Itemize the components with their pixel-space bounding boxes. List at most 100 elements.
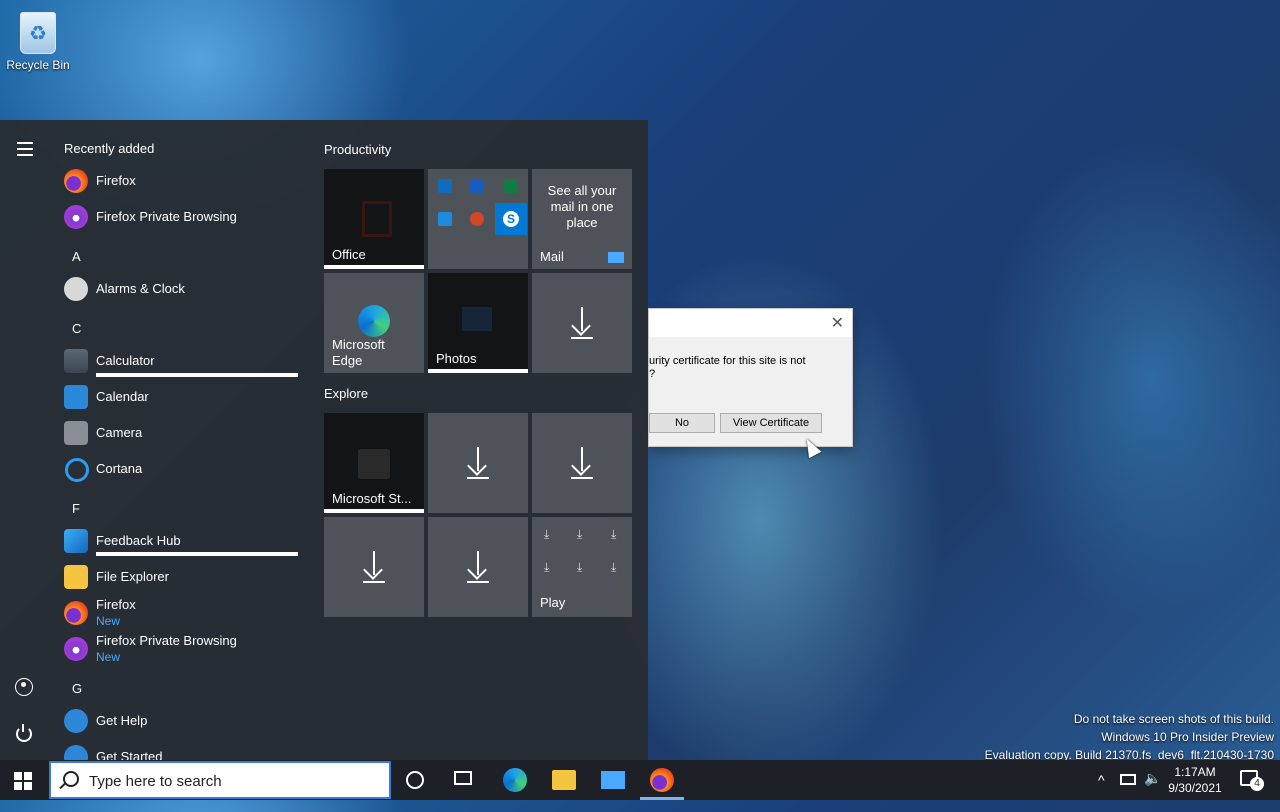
start-menu: Recently added Firefox Firefox Private B…	[0, 120, 648, 760]
letter-header-f[interactable]: F	[72, 501, 80, 516]
clock-date: 9/30/2021	[1168, 781, 1222, 795]
chevron-up-icon[interactable]: ^	[1098, 772, 1105, 812]
download-icon: ⤓	[544, 527, 550, 541]
app-item-camera[interactable]: Camera	[62, 415, 302, 451]
search-input[interactable]	[87, 770, 381, 792]
hamburger-menu-icon[interactable]	[17, 142, 33, 160]
outlook-icon	[438, 179, 452, 193]
download-icon	[363, 551, 385, 583]
app-item-firefox[interactable]: Firefox	[62, 163, 302, 199]
windows-start-icon[interactable]	[14, 772, 32, 790]
download-icon	[571, 447, 593, 479]
edge-icon[interactable]	[503, 768, 527, 792]
action-center-icon[interactable]: 4	[1240, 770, 1264, 791]
tile-download-pending[interactable]	[428, 517, 528, 617]
recycle-bin-icon	[20, 12, 56, 54]
download-icon: ⤓	[611, 527, 617, 541]
tile-download-pending[interactable]	[532, 273, 632, 373]
tile-office[interactable]: Office	[324, 169, 424, 269]
download-icon: ⤓	[544, 560, 550, 574]
power-icon[interactable]	[16, 724, 32, 742]
dialog-message: urity certificate for this site is not ?	[649, 355, 806, 380]
excel-icon	[504, 179, 518, 193]
app-item-firefox-new[interactable]: Firefox New	[62, 595, 302, 631]
install-progress-bar	[96, 552, 298, 556]
tile-play-folder[interactable]: ⤓ ⤓ ⤓ ⤓ ⤓ ⤓ Play	[532, 517, 632, 617]
recycle-bin-label: Recycle Bin	[6, 58, 70, 72]
letter-header-c[interactable]: C	[72, 321, 81, 336]
network-icon[interactable]	[1120, 774, 1136, 785]
mail-icon[interactable]	[601, 771, 625, 789]
app-item-firefox-private-new[interactable]: Firefox Private Browsing New	[62, 631, 302, 667]
recycle-bin[interactable]: Recycle Bin	[6, 12, 70, 72]
group-title-productivity: Productivity	[324, 142, 392, 157]
download-icon	[467, 551, 489, 583]
file-explorer-icon[interactable]	[552, 770, 576, 790]
app-item-firefox-private[interactable]: Firefox Private Browsing	[62, 199, 302, 235]
group-title-explore: Explore	[324, 386, 369, 401]
store-icon	[358, 449, 390, 479]
task-view-icon[interactable]	[454, 771, 472, 785]
app-item-cortana[interactable]: Cortana	[62, 451, 302, 487]
cortana-icon	[65, 458, 89, 482]
tile-microsoft-store[interactable]: Microsoft St...	[324, 413, 424, 513]
photos-icon	[462, 307, 492, 331]
close-icon[interactable]: ✕	[831, 313, 844, 333]
taskbar-clock[interactable]: 1:17AM 9/30/2021	[1160, 764, 1230, 796]
tile-download-pending[interactable]	[532, 413, 632, 513]
firefox-icon[interactable]	[650, 768, 674, 792]
firefox-private-icon	[64, 637, 88, 661]
app-item-get-started[interactable]: Get Started	[62, 739, 302, 760]
new-badge: New	[96, 650, 121, 664]
tile-mail[interactable]: See all your mail in one place Mail	[532, 169, 632, 269]
download-icon: ⤓	[577, 560, 583, 574]
onedrive-icon	[438, 212, 452, 226]
start-rail	[0, 120, 50, 760]
build-watermark: Do not take screen shots of this build. …	[984, 712, 1274, 762]
user-account-icon[interactable]	[15, 678, 33, 696]
app-item-file-explorer[interactable]: File Explorer	[62, 559, 302, 595]
new-badge: New	[96, 614, 121, 628]
skype-icon: S	[503, 211, 519, 227]
firefox-icon	[64, 601, 88, 625]
firefox-icon	[64, 169, 88, 193]
notification-count-badge: 4	[1250, 777, 1264, 791]
letter-header-a[interactable]: A	[72, 249, 81, 264]
app-item-calendar[interactable]: Calendar	[62, 379, 302, 415]
tile-download-pending[interactable]	[428, 413, 528, 513]
skype-tile: S	[495, 203, 527, 235]
recently-added-heading: Recently added	[64, 141, 155, 156]
alarms-clock-icon	[64, 277, 88, 301]
search-icon	[63, 771, 79, 787]
install-progress-bar	[96, 373, 298, 377]
download-icon: ⤓	[611, 560, 617, 574]
get-started-icon	[64, 745, 88, 760]
tile-office-apps-folder[interactable]: S	[428, 169, 528, 269]
calculator-icon	[64, 349, 88, 373]
taskbar-search-box[interactable]	[49, 761, 391, 799]
tile-photos[interactable]: Photos	[428, 273, 528, 373]
mail-promo-text: See all your mail in one place	[547, 183, 617, 230]
download-icon: ⤓	[577, 527, 583, 541]
file-explorer-icon	[64, 565, 88, 589]
taskbar: ^ 🔈 1:17AM 9/30/2021 4	[0, 760, 1280, 800]
clock-time: 1:17AM	[1174, 765, 1216, 779]
letter-header-g[interactable]: G	[72, 681, 82, 696]
app-item-get-help[interactable]: Get Help	[62, 703, 302, 739]
office-icon	[362, 201, 392, 237]
get-help-icon	[64, 709, 88, 733]
dialog-titlebar: ✕	[649, 309, 852, 337]
powerpoint-icon	[470, 212, 484, 226]
view-certificate-button[interactable]: View Certificate	[720, 413, 822, 433]
tile-microsoft-edge[interactable]: Microsoft Edge	[324, 273, 424, 373]
mail-icon	[608, 252, 624, 263]
app-item-alarms[interactable]: Alarms & Clock	[62, 271, 302, 307]
no-button[interactable]: No	[649, 413, 715, 433]
download-icon	[571, 307, 593, 339]
feedback-hub-icon	[64, 529, 88, 553]
calendar-icon	[64, 385, 88, 409]
camera-icon	[64, 421, 88, 445]
cortana-circle-icon[interactable]	[406, 771, 424, 789]
volume-muted-icon[interactable]: 🔈	[1144, 770, 1161, 810]
tile-download-pending[interactable]	[324, 517, 424, 617]
